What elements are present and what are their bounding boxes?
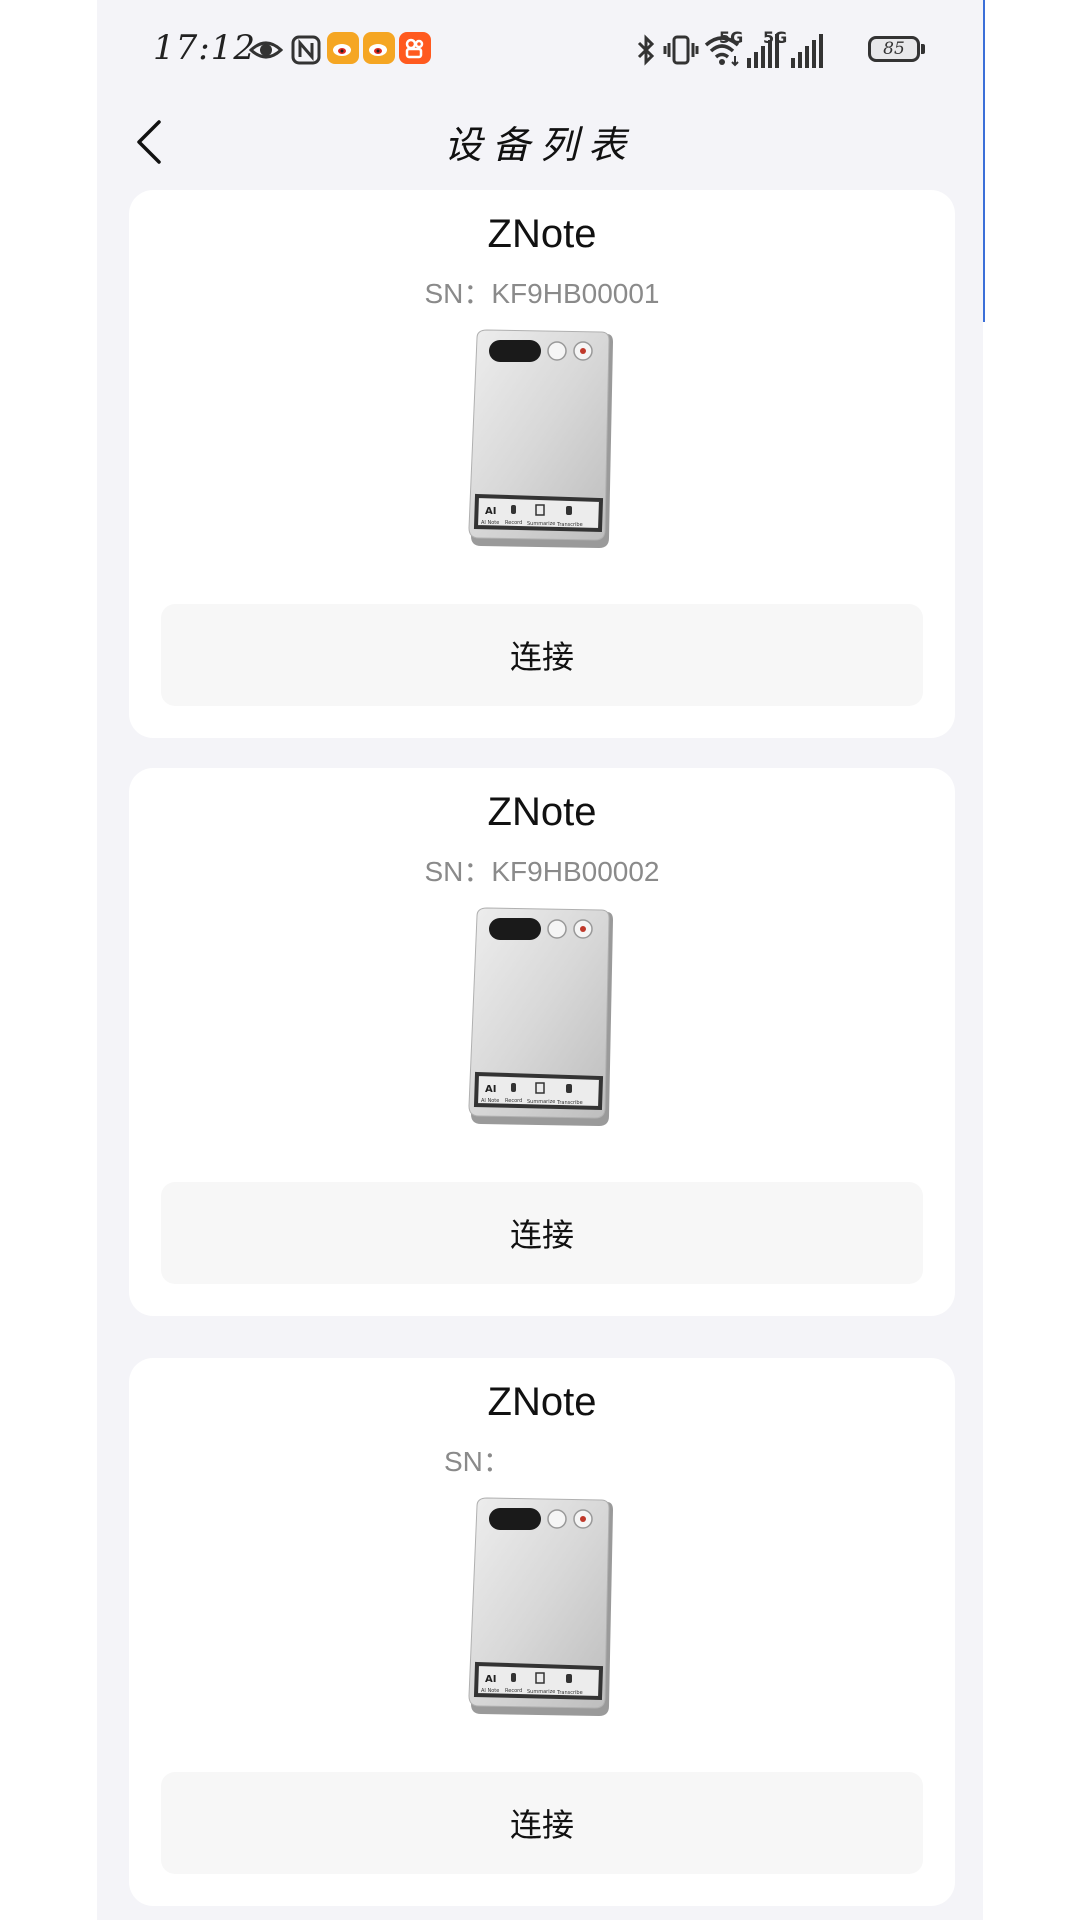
device-name: ZNote [487,790,597,834]
nfc-icon [291,35,321,65]
device-image: AI AI Note Record Summarize Transcribe [468,1497,613,1716]
device-card: ZNote SN：KF9HB00002 AI AI Note Record Su… [129,768,955,1316]
connect-button[interactable]: 连接 [161,1772,923,1874]
network-type-label: 5G [763,28,788,47]
kuaishou-icon [399,32,431,64]
signal-icon [791,32,825,68]
panel-label: AI Note [481,1098,499,1104]
device-image: AI AI Note Record Summarize Transcribe [468,907,613,1126]
battery-tip [921,44,925,54]
svg-text:AI: AI [485,1084,496,1095]
device-serial-number: SN：KF9HB00001 [424,278,660,309]
page-title: 设备列表 [443,123,636,167]
device-name: ZNote [487,1380,597,1424]
panel-label: Summarize [527,1099,555,1105]
device-name: ZNote [487,212,597,256]
network-type-label: 5G [719,28,744,47]
bluetooth-icon [637,34,655,66]
device-serial-number: SN： [444,1446,511,1477]
device-card: ZNote SN：KF9HB00001 AI AI Note Record Su… [129,190,955,738]
device-image: AI AI Note Record Summarize Transcribe [468,329,613,548]
vibrate-icon [663,35,699,65]
panel-label: Transcribe [556,1100,583,1106]
eye-icon [249,41,283,59]
weibo-icon [327,32,359,64]
weibo-icon [363,32,395,64]
panel-label: AI Note [481,520,499,526]
panel-label: AI Note [481,1688,499,1694]
svg-text:AI: AI [485,506,496,517]
battery-level: 85 [883,39,905,59]
panel-label: Record [505,1098,522,1104]
panel-label: Record [505,1688,522,1694]
status-bar: 17:12 5G 5G 85 [97,0,983,100]
connect-button[interactable]: 连接 [161,1182,923,1284]
panel-label: Summarize [527,1689,555,1695]
panel-label: Summarize [527,521,555,527]
status-time: 17:12 [153,28,256,68]
edge-accent-line [983,0,985,322]
battery-icon: 85 [868,36,920,62]
svg-text:AI: AI [485,1674,496,1685]
phone-screen: 17:12 5G 5G 85 设备列表 ZNote SN：KF9HB00001 … [97,0,983,1920]
panel-label: Record [505,520,522,526]
connect-button[interactable]: 连接 [161,604,923,706]
panel-label: Transcribe [556,1690,583,1696]
navigation-header: 设备列表 [97,100,983,188]
device-serial-number: SN：KF9HB00002 [424,856,660,887]
panel-label: Transcribe [556,522,583,528]
device-card: ZNote SN： AI AI Note Record Summarize Tr… [129,1358,955,1906]
